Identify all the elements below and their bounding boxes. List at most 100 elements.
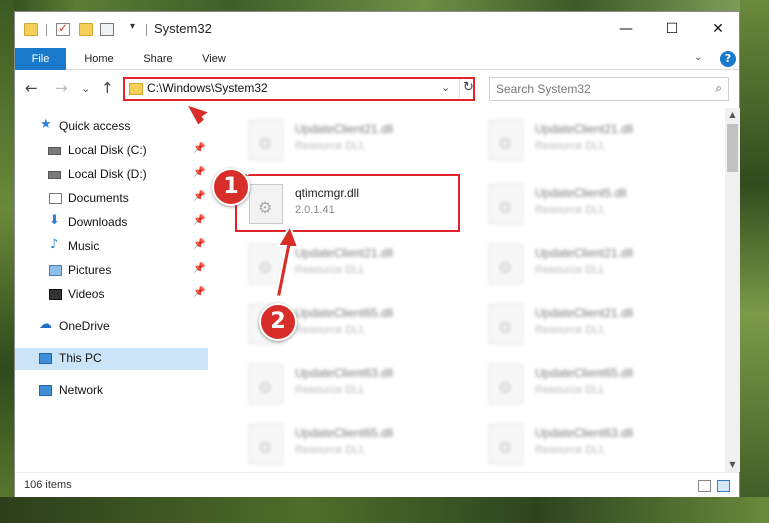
pin-icon: 📌 xyxy=(193,143,206,154)
file-type: Resource DLL xyxy=(535,444,606,456)
expand-ribbon-icon[interactable]: ⌄ xyxy=(694,52,702,63)
dll-file-icon xyxy=(489,244,523,284)
up-button[interactable]: ↑ xyxy=(101,79,114,97)
properties-icon[interactable] xyxy=(56,21,70,36)
refresh-button[interactable]: ↻ xyxy=(463,80,474,95)
sidebar-item-quick-access[interactable]: ★ Quick access xyxy=(15,116,208,138)
sidebar-item-this-pc[interactable]: This PC xyxy=(15,348,208,370)
file-item[interactable]: UpdateClient63.dll Resource DLL xyxy=(235,358,465,408)
file-type: Resource DLL xyxy=(295,384,366,396)
documents-icon xyxy=(49,193,62,204)
search-icon[interactable]: ⌕ xyxy=(715,81,722,96)
minimize-button[interactable]: — xyxy=(603,12,649,46)
file-type: Resource DLL xyxy=(295,444,366,456)
help-button[interactable]: ? xyxy=(720,51,736,67)
sidebar-item-label: Network xyxy=(59,383,104,397)
sidebar-item-music[interactable]: ♪ Music 📌 xyxy=(15,236,208,258)
close-button[interactable]: ✕ xyxy=(695,12,741,46)
details-view-icon[interactable] xyxy=(698,480,711,492)
quick-access-dropdown-icon[interactable]: ▾ xyxy=(130,21,135,32)
file-name: UpdateClient65.dll xyxy=(535,366,634,380)
sidebar-item-local-disk-d[interactable]: Local Disk (D:) 📌 xyxy=(15,164,208,186)
sidebar-item-label: Local Disk (C:) xyxy=(68,143,147,157)
sidebar-item-onedrive[interactable]: ☁ OneDrive xyxy=(15,316,208,338)
file-item[interactable]: UpdateClient65.dll Resource DLL xyxy=(235,418,465,468)
file-type: Resource DLL xyxy=(535,140,606,152)
dll-file-icon xyxy=(249,244,283,284)
address-path[interactable]: C:\Windows\System32 xyxy=(147,81,268,95)
toolbar-separator xyxy=(46,24,47,36)
sidebar-item-label: Quick access xyxy=(59,119,131,133)
file-name: UpdateClient65.dll xyxy=(295,306,394,320)
cloud-icon: ☁ xyxy=(39,317,52,332)
navigation-pane: ★ Quick access Local Disk (C:) 📌 Local D… xyxy=(15,108,208,472)
tab-file[interactable]: File xyxy=(15,48,66,70)
drive-icon xyxy=(48,171,61,179)
sidebar-item-pictures[interactable]: Pictures 📌 xyxy=(15,260,208,282)
file-item[interactable]: UpdateClient21.dll Resource DLL xyxy=(475,238,705,288)
file-name: UpdateClient21.dll xyxy=(535,306,634,320)
new-folder-icon[interactable] xyxy=(79,23,93,36)
pin-icon: 📌 xyxy=(193,167,206,178)
tab-view[interactable]: View xyxy=(193,48,235,70)
download-icon: ⬇ xyxy=(49,213,60,228)
sidebar-item-network[interactable]: Network xyxy=(15,380,208,402)
file-item[interactable]: UpdateClient63.dll Resource DLL xyxy=(475,418,705,468)
pin-icon: 📌 xyxy=(193,239,206,250)
sidebar-item-documents[interactable]: Documents 📌 xyxy=(15,188,208,210)
dll-file-icon xyxy=(249,364,283,404)
file-name: UpdateClient21.dll xyxy=(535,122,634,136)
item-count: 106 items xyxy=(24,479,72,491)
folder-icon xyxy=(24,23,38,36)
sidebar-item-label: This PC xyxy=(59,351,102,365)
file-item[interactable]: UpdateClient65.dll Resource DLL xyxy=(475,358,705,408)
file-name: UpdateClient21.dll xyxy=(535,246,634,260)
large-icons-view-icon[interactable] xyxy=(717,480,730,492)
file-item[interactable]: UpdateClient21.dll Resource DLL xyxy=(475,114,705,164)
sidebar-item-label: Pictures xyxy=(68,263,112,277)
file-name: UpdateClient63.dll xyxy=(295,366,394,380)
tab-home[interactable]: Home xyxy=(77,48,121,70)
dll-file-icon xyxy=(489,304,523,344)
sidebar-item-label: OneDrive xyxy=(59,319,110,333)
step-1-badge: 1 xyxy=(212,168,250,206)
file-name: UpdateClient21.dll xyxy=(295,122,394,136)
file-item[interactable]: UpdateClient21.dll Resource DLL xyxy=(235,238,465,288)
address-dropdown-icon[interactable]: ⌄ xyxy=(441,81,450,94)
scroll-thumb[interactable] xyxy=(727,124,738,172)
status-bar: 106 items xyxy=(15,472,739,497)
sidebar-item-videos[interactable]: Videos 📌 xyxy=(15,284,208,306)
pin-icon: 📌 xyxy=(193,263,206,274)
maximize-button[interactable]: ☐ xyxy=(649,12,695,46)
search-box[interactable]: Search System32 ⌕ xyxy=(489,77,729,101)
file-item[interactable]: UpdateClient21.dll Resource DLL xyxy=(475,298,705,348)
sidebar-item-local-disk-c[interactable]: Local Disk (C:) 📌 xyxy=(15,140,208,162)
file-explorer-window: ▾ System32 — ☐ ✕ File Home Share View ⌄ … xyxy=(14,11,740,497)
file-type: Resource DLL xyxy=(295,140,366,152)
file-type: Resource DLL xyxy=(535,264,606,276)
ribbon-tabs: File Home Share View ⌄ ? xyxy=(15,48,739,70)
sidebar-item-label: Videos xyxy=(68,287,105,301)
back-button[interactable]: ← xyxy=(25,79,38,97)
title-bar: ▾ System32 — ☐ ✕ xyxy=(15,12,739,48)
address-bar[interactable]: C:\Windows\System32 ⌄ ↻ xyxy=(123,77,475,101)
pin-icon: 📌 xyxy=(193,191,206,202)
tab-share[interactable]: Share xyxy=(135,48,181,70)
navigation-bar: ← → ⌄ ↑ C:\Windows\System32 ⌄ ↻ Search S… xyxy=(15,70,739,108)
vertical-scrollbar[interactable]: ▲ ▼ xyxy=(725,108,740,472)
file-list: UpdateClient21.dll Resource DLL qtimcmgr… xyxy=(208,108,725,472)
address-divider xyxy=(459,79,460,99)
forward-button[interactable]: → xyxy=(55,79,68,97)
file-type: Resource DLL xyxy=(295,264,366,276)
recent-locations-button[interactable]: ⌄ xyxy=(81,82,90,95)
scroll-down-icon[interactable]: ▼ xyxy=(725,458,740,472)
videos-icon xyxy=(49,289,62,300)
search-input[interactable]: Search System32 xyxy=(496,82,591,96)
file-name: UpdateClient5.dll xyxy=(535,186,627,200)
quick-access-customize-icon[interactable] xyxy=(100,23,114,36)
file-item[interactable]: UpdateClient21.dll Resource DLL xyxy=(235,114,465,164)
scroll-up-icon[interactable]: ▲ xyxy=(725,108,740,122)
sidebar-item-downloads[interactable]: ⬇ Downloads 📌 xyxy=(15,212,208,234)
file-item[interactable]: UpdateClient5.dll Resource DLL xyxy=(475,178,705,228)
network-icon xyxy=(39,385,52,396)
